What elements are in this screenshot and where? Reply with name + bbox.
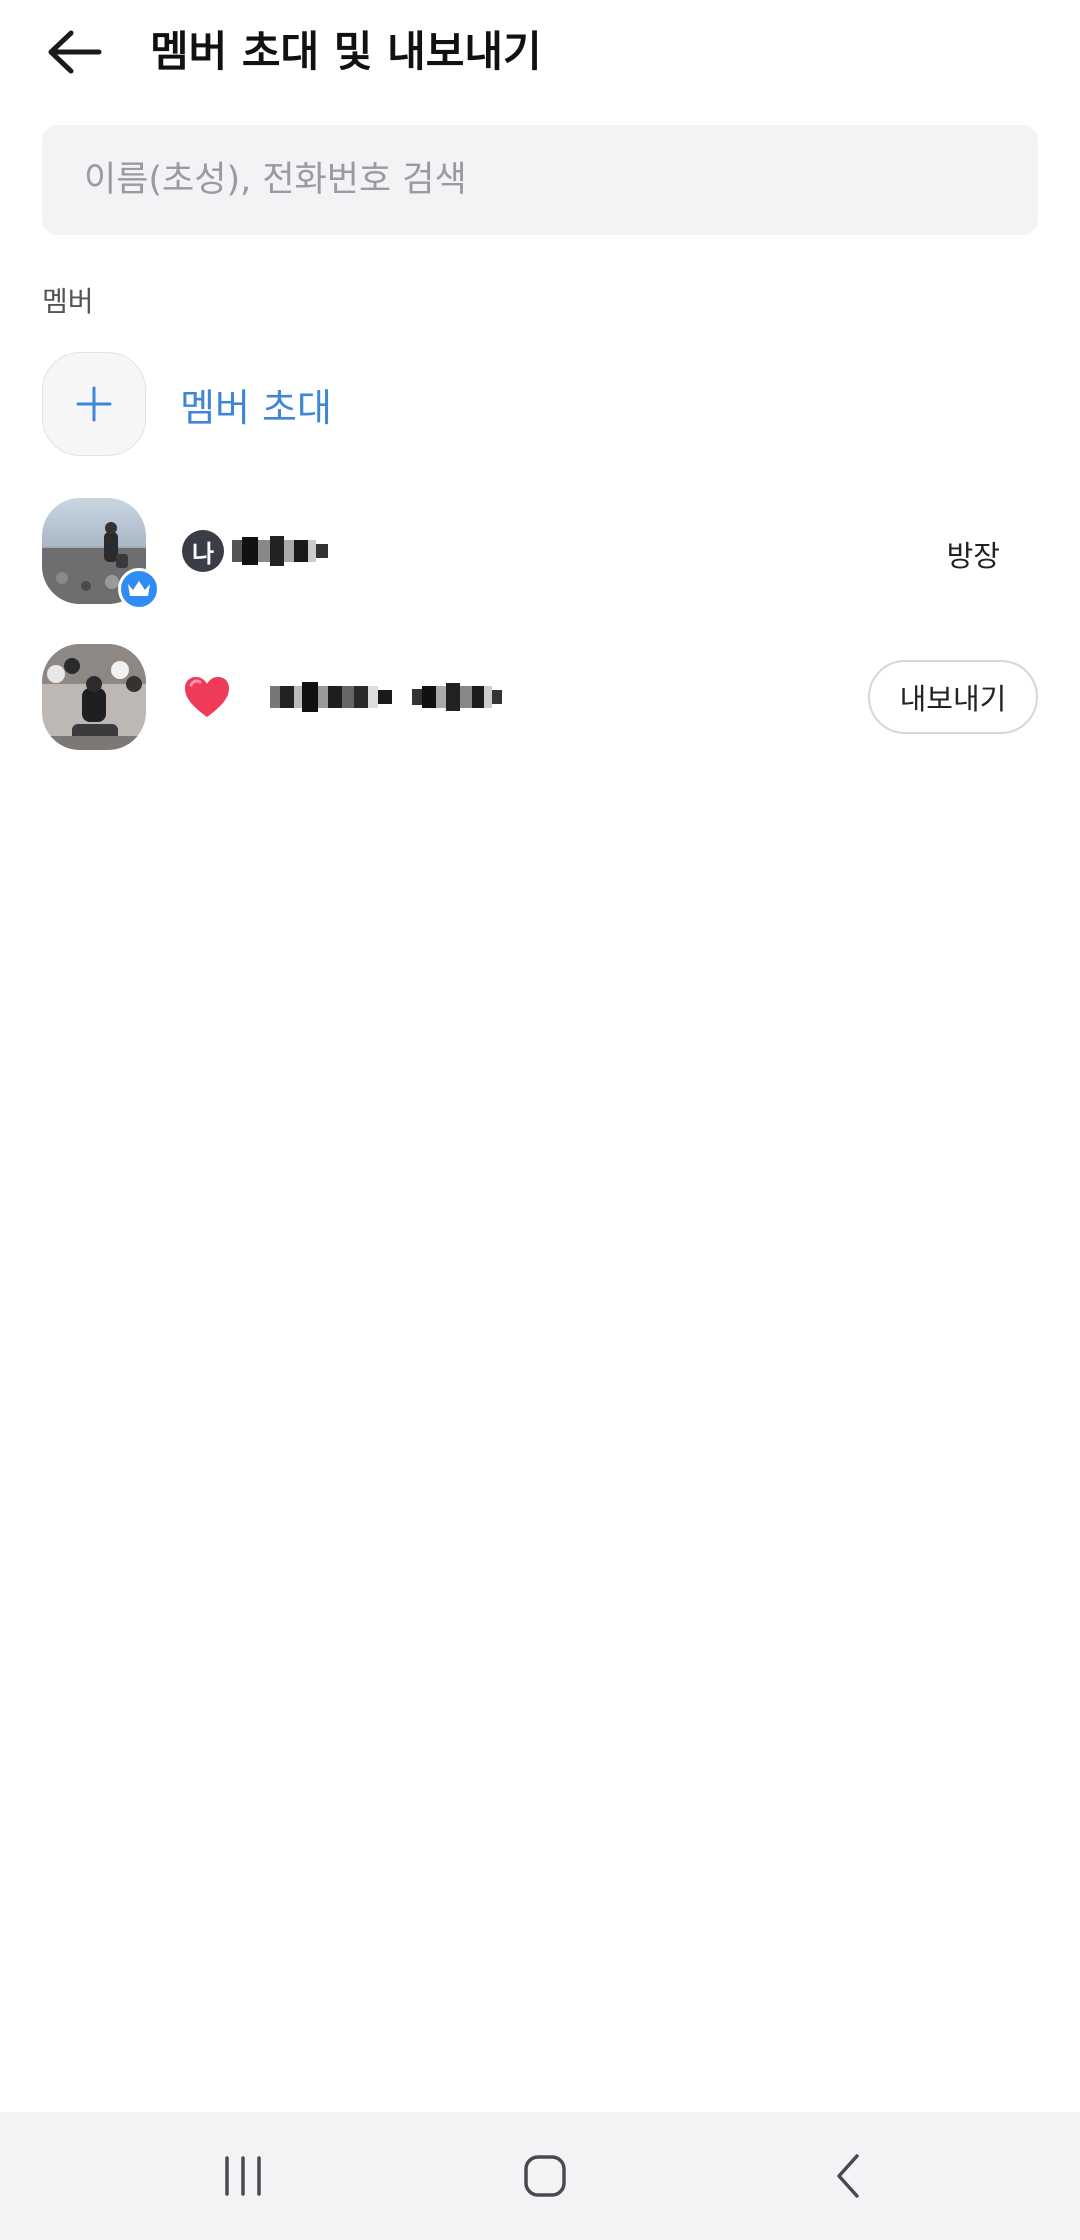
invite-member-button[interactable]: 멤버 초대 xyxy=(42,350,1038,458)
back-button[interactable] xyxy=(30,14,120,90)
search-input[interactable] xyxy=(42,125,1038,235)
member-name-redacted xyxy=(270,682,502,712)
avatar-photo xyxy=(42,644,146,750)
invite-label: 멤버 초대 xyxy=(180,385,332,430)
home-button[interactable] xyxy=(485,2136,605,2216)
crown-icon xyxy=(128,581,150,596)
home-icon xyxy=(524,2155,566,2197)
plus-icon xyxy=(76,386,112,422)
system-navigation-bar xyxy=(0,2112,1080,2240)
system-back-button[interactable] xyxy=(788,2136,908,2216)
heart-icon xyxy=(185,677,229,717)
member-name-redacted xyxy=(232,536,328,566)
arrow-left-icon xyxy=(48,30,102,74)
owner-role-label: 방장 xyxy=(946,539,1000,573)
recent-apps-icon xyxy=(225,2156,261,2196)
invite-icon-box xyxy=(42,352,146,456)
page-title: 멤버 초대 및 내보내기 xyxy=(150,27,542,76)
app-header: 멤버 초대 및 내보내기 xyxy=(0,0,1080,104)
search-field[interactable] xyxy=(42,125,1038,235)
section-label: 멤버 xyxy=(42,285,94,318)
avatar xyxy=(42,498,160,610)
owner-crown-badge xyxy=(118,568,160,610)
member-row[interactable]: 내보내기 xyxy=(42,643,1038,751)
remove-member-button[interactable]: 내보내기 xyxy=(868,660,1038,734)
back-chevron-icon xyxy=(837,2154,859,2198)
me-badge: 나 xyxy=(182,530,224,572)
member-row[interactable]: 나 방장 xyxy=(42,497,1038,610)
recent-apps-button[interactable] xyxy=(183,2136,303,2216)
avatar xyxy=(42,644,146,750)
